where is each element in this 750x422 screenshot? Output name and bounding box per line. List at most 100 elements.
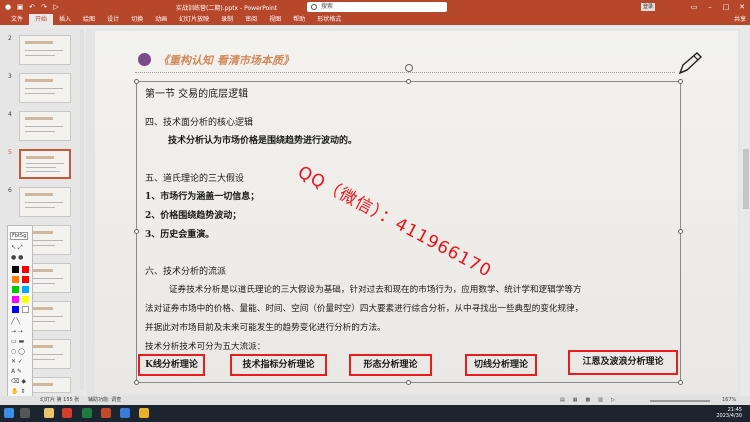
tab-review[interactable]: 审阅 xyxy=(239,14,263,25)
resize-handle[interactable] xyxy=(406,380,411,385)
tab-record[interactable]: 录制 xyxy=(215,14,239,25)
thumbnail-scrollbar[interactable] xyxy=(80,30,84,390)
tab-shape-format[interactable]: 形状格式 xyxy=(311,14,347,25)
minimize-icon[interactable]: – xyxy=(702,0,718,14)
slide-thumbnail[interactable] xyxy=(19,187,71,217)
accessibility-status[interactable]: 辅助功能: 调查 xyxy=(88,396,121,405)
color-swatch[interactable] xyxy=(22,276,29,283)
arrow-icon[interactable]: → ⇢ xyxy=(11,328,29,336)
taskbar: 21:45 2023/4/30 xyxy=(0,405,750,422)
share-button[interactable]: 共享 xyxy=(734,14,746,25)
slide-thumbnail[interactable] xyxy=(19,73,71,103)
assumption-item: 3、历史会重演。 xyxy=(145,230,215,240)
color-swatch[interactable] xyxy=(22,286,29,293)
scroll-thumb[interactable] xyxy=(743,149,749,209)
maximize-icon[interactable]: □ xyxy=(718,0,734,14)
slide-title[interactable]: 《重构认知 看清市场本质》 xyxy=(158,52,294,68)
slide-thumbnail[interactable] xyxy=(19,111,71,141)
app-icon[interactable] xyxy=(139,408,149,418)
hand-icon[interactable]: ✋ ⇕ xyxy=(11,388,29,396)
school-box[interactable]: 江恩及波浪分析理论 xyxy=(568,350,678,375)
tab-insert[interactable]: 插入 xyxy=(53,14,77,25)
resize-handle[interactable] xyxy=(406,79,411,84)
ribbon-tabs: 文件 开始 插入 绘图 设计 切换 动画 幻灯片放映 录制 审阅 视图 帮助 形… xyxy=(0,14,750,25)
pen-size-icon[interactable]: ● ● xyxy=(11,254,29,262)
ellipse-icon[interactable]: ○ ◯ xyxy=(11,348,29,356)
cross-icon[interactable]: ✕ ✓ xyxy=(11,358,29,366)
slide-canvas[interactable]: 《重构认知 看清市场本质》 第一节 交易的底层逻辑 四、技术面分析的核心逻辑 技… xyxy=(95,31,738,393)
file-explorer-icon[interactable] xyxy=(44,408,54,418)
tab-home[interactable]: 开始 xyxy=(29,14,54,25)
rotate-handle[interactable] xyxy=(405,64,413,72)
resize-handle[interactable] xyxy=(134,380,139,385)
app-icon[interactable] xyxy=(62,408,72,418)
document-title: 实战训练营(二期).pptx - PowerPoint xyxy=(176,5,278,12)
school-box[interactable]: 形态分析理论 xyxy=(349,354,432,376)
color-swatch[interactable] xyxy=(22,306,29,313)
thumbnail-number: 2 xyxy=(8,35,12,42)
color-swatch[interactable] xyxy=(12,296,19,303)
text-icon[interactable]: A ✎ xyxy=(11,368,29,376)
resize-handle[interactable] xyxy=(678,79,683,84)
tab-draw[interactable]: 绘图 xyxy=(77,14,101,25)
powerpoint-icon[interactable] xyxy=(101,408,111,418)
school-box[interactable]: 切线分析理论 xyxy=(465,354,537,376)
resize-handle[interactable] xyxy=(678,380,683,385)
browser-icon[interactable] xyxy=(120,408,130,418)
zoom-slider[interactable] xyxy=(650,400,710,402)
reading-view-icon[interactable]: ▥ xyxy=(598,396,603,405)
resize-handle[interactable] xyxy=(134,229,139,234)
title-divider xyxy=(135,72,675,73)
tab-view[interactable]: 视图 xyxy=(263,14,287,25)
color-swatch[interactable] xyxy=(12,266,19,273)
tab-design[interactable]: 设计 xyxy=(101,14,125,25)
system-clock[interactable]: 21:45 2023/4/30 xyxy=(716,407,742,419)
undo-icon[interactable]: ↶ xyxy=(28,3,36,11)
school-box[interactable]: K线分析理论 xyxy=(138,354,205,376)
color-swatch[interactable] xyxy=(12,276,19,283)
eraser-icon[interactable]: ⌫ ◆ xyxy=(11,378,29,386)
redo-icon[interactable]: ↷ xyxy=(40,3,48,11)
search-input[interactable]: 搜索 xyxy=(307,2,447,12)
sorter-view-icon[interactable]: ▩ xyxy=(585,396,590,405)
purple-dot-icon xyxy=(138,53,151,66)
tab-transitions[interactable]: 切换 xyxy=(125,14,149,25)
normal-view-icon[interactable]: ▦ xyxy=(573,396,578,405)
tab-help[interactable]: 帮助 xyxy=(287,14,311,25)
tab-animations[interactable]: 动画 xyxy=(149,14,173,25)
ribbon-display-icon[interactable]: ▭ xyxy=(686,0,702,14)
school-box[interactable]: 技术指标分析理论 xyxy=(230,354,327,376)
notes-icon[interactable]: ▤ xyxy=(560,396,565,405)
present-icon[interactable]: ▷ xyxy=(52,3,60,11)
search-icon xyxy=(311,4,317,10)
slide-thumbnail[interactable] xyxy=(19,35,71,65)
vertical-scrollbar[interactable] xyxy=(742,29,750,396)
rectangle-icon[interactable]: ▭ ▬ xyxy=(11,338,29,346)
heading-4-body: 技术分析认为市场价格是围绕趋势进行波动的。 xyxy=(168,136,358,146)
excel-icon[interactable] xyxy=(82,408,92,418)
zoom-level[interactable]: 167% xyxy=(722,396,736,405)
save-icon[interactable]: ▣ xyxy=(16,3,24,11)
tab-file[interactable]: 文件 xyxy=(5,14,29,25)
slideshow-view-icon[interactable]: ▷ xyxy=(611,396,615,405)
color-swatch[interactable] xyxy=(22,266,29,273)
resize-handle[interactable] xyxy=(134,79,139,84)
color-swatch[interactable] xyxy=(12,286,19,293)
autosave-icon[interactable]: ● xyxy=(4,3,12,11)
start-icon[interactable] xyxy=(4,408,14,418)
search-taskbar-icon[interactable] xyxy=(20,408,30,418)
close-icon[interactable]: ✕ xyxy=(734,0,750,14)
slide-thumbnail-selected[interactable] xyxy=(19,149,71,179)
heading-5: 五、道氏理论的三大假设 xyxy=(145,174,245,184)
tab-slideshow[interactable]: 幻灯片放映 xyxy=(173,14,215,25)
pointer-icon[interactable]: ↖ ⤢ xyxy=(11,244,29,252)
palette-tooltip: Fbt5g xyxy=(10,232,29,240)
color-swatch[interactable] xyxy=(12,306,19,313)
color-swatch[interactable] xyxy=(22,296,29,303)
slide-info: 幻灯片 第 155 张 xyxy=(40,397,80,403)
line-icon[interactable]: ╱ ╲ xyxy=(11,318,29,326)
login-button[interactable]: 登录 xyxy=(641,3,655,11)
heading-6: 六、技术分析的流派 xyxy=(145,267,227,277)
resize-handle[interactable] xyxy=(678,229,683,234)
thumbnail-number: 6 xyxy=(8,187,12,194)
